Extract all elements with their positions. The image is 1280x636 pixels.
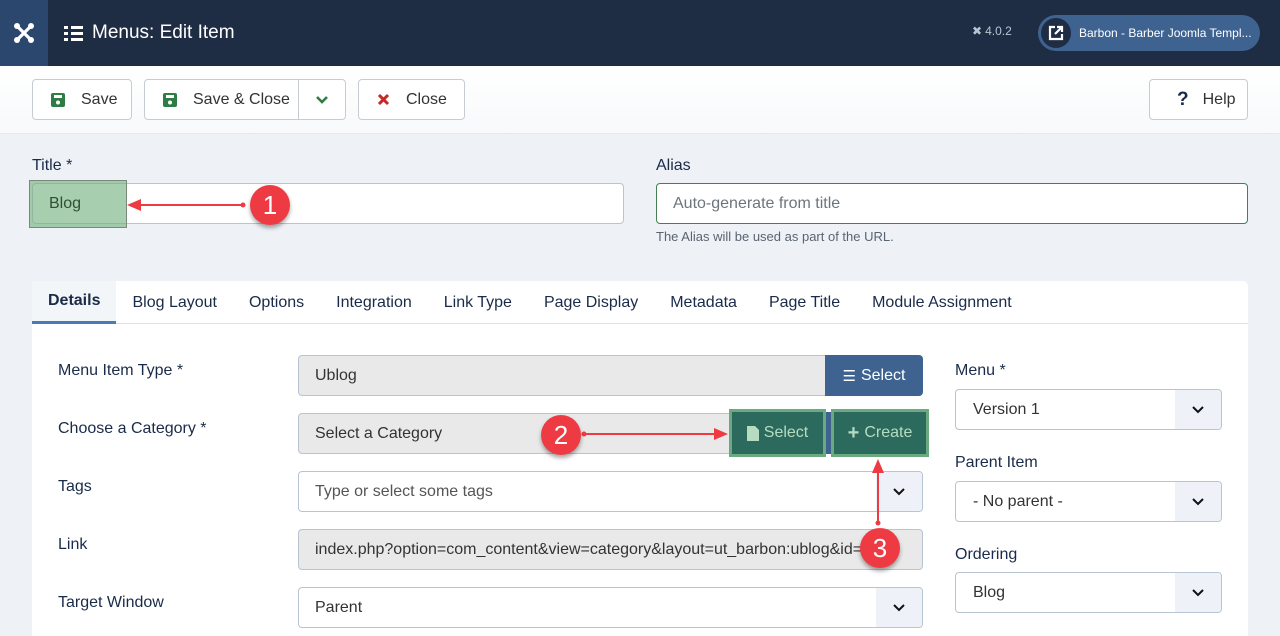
category-label: Choose a Category * [58, 420, 207, 437]
close-icon [377, 93, 390, 106]
annotation-arrow-1 [127, 199, 246, 211]
toolbar: Save Save & Close Close ? Help [0, 66, 1280, 134]
file-icon [746, 425, 759, 441]
tab-page-display[interactable]: Page Display [528, 281, 654, 324]
target-window-label: Target Window [58, 594, 164, 611]
chevron-down-icon [893, 604, 905, 612]
close-button[interactable]: Close [358, 79, 465, 120]
save-close-button[interactable]: Save & Close [144, 79, 346, 120]
tab-integration[interactable]: Integration [320, 281, 428, 324]
tab-details[interactable]: Details [32, 281, 117, 324]
menu-label: Menu * [955, 362, 1006, 379]
target-window-select[interactable]: Parent [298, 587, 923, 628]
site-link-label: Barbon - Barber Joomla Templ... [1079, 26, 1252, 40]
save-button[interactable]: Save [32, 79, 132, 120]
ordering-dropdown-toggle[interactable] [1175, 573, 1221, 612]
joomla-logo-icon [14, 23, 34, 43]
chevron-down-icon [1192, 406, 1204, 414]
site-link-button[interactable]: Barbon - Barber Joomla Templ... [1038, 15, 1260, 51]
save-options-dropdown[interactable] [299, 80, 345, 119]
ordering-label: Ordering [955, 546, 1018, 563]
parent-item-select[interactable]: - No parent - [955, 481, 1222, 522]
version-label: ✖ 4.0.2 [972, 24, 1012, 38]
menu-select[interactable]: Version 1 [955, 389, 1222, 430]
question-icon: ? [1177, 88, 1189, 110]
save-icon [51, 92, 65, 107]
tags-input[interactable]: Type or select some tags [298, 471, 923, 512]
link-label: Link [58, 536, 88, 553]
list-icon [64, 25, 83, 41]
chevron-down-icon [1192, 498, 1204, 506]
help-button[interactable]: ? Help [1149, 79, 1248, 120]
title-value-highlight[interactable]: Blog [29, 180, 127, 228]
parent-item-dropdown-toggle[interactable] [1175, 482, 1221, 521]
parent-item-label: Parent Item [955, 454, 1038, 471]
menu-item-type-label: Menu Item Type * [58, 362, 184, 379]
tab-module-assignment[interactable]: Module Assignment [856, 281, 1028, 324]
target-window-dropdown-toggle[interactable] [876, 588, 922, 627]
save-icon [163, 92, 177, 107]
category-select-button[interactable]: Select [729, 409, 826, 457]
list-icon: ☰ [842, 367, 856, 385]
edit-card: Details Blog Layout Options Integration … [32, 281, 1248, 636]
external-link-icon [1041, 18, 1071, 48]
tags-label: Tags [58, 478, 92, 495]
plus-icon: + [847, 421, 860, 444]
page-title-text: Menus: Edit Item [92, 22, 235, 43]
category-create-button[interactable]: + Create [831, 409, 929, 457]
chevron-down-icon [316, 95, 328, 104]
annotation-badge-2: 2 [541, 415, 581, 455]
annotation-badge-1: 1 [250, 185, 290, 225]
menu-dropdown-toggle[interactable] [1175, 390, 1221, 429]
alias-label: Alias [656, 157, 691, 174]
annotation-arrow-3 [872, 459, 884, 526]
tab-options[interactable]: Options [233, 281, 320, 324]
ordering-select[interactable]: Blog [955, 572, 1222, 613]
alias-input[interactable]: Auto-generate from title [656, 183, 1248, 224]
app-header: Menus: Edit Item ✖ 4.0.2 Barbon - Barber… [0, 0, 1280, 66]
tab-blog-layout[interactable]: Blog Layout [116, 281, 233, 324]
menu-item-type-select-button[interactable]: ☰ Select [825, 355, 923, 396]
joomla-logo-button[interactable] [0, 0, 48, 66]
tab-bar: Details Blog Layout Options Integration … [32, 281, 1248, 324]
chevron-down-icon [893, 488, 905, 496]
alias-help-text: The Alias will be used as part of the UR… [656, 229, 894, 244]
annotation-badge-3: 3 [860, 528, 900, 568]
page-title: Menus: Edit Item [64, 22, 235, 44]
tab-metadata[interactable]: Metadata [654, 281, 753, 324]
annotation-arrow-2 [581, 428, 728, 440]
link-field: index.php?option=com_content&view=catego… [298, 529, 923, 570]
tab-page-title[interactable]: Page Title [753, 281, 856, 324]
menu-item-type-field: Ublog [298, 355, 826, 396]
tab-link-type[interactable]: Link Type [428, 281, 528, 324]
chevron-down-icon [1192, 589, 1204, 597]
title-label: Title * [32, 157, 73, 174]
joomla-small-icon: ✖ [972, 24, 983, 38]
